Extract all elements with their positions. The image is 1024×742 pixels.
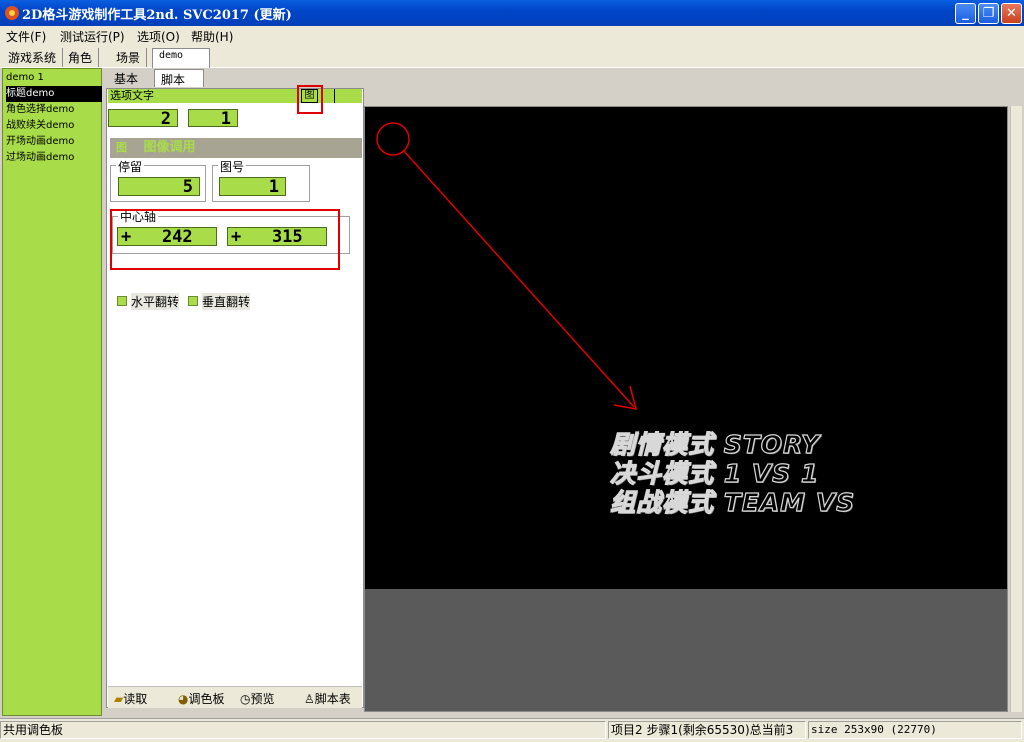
right-edge [1010, 106, 1022, 712]
status-size: size 253x90 (22770) [808, 721, 1022, 739]
annotation-arrow-layer [376, 122, 638, 410]
status-step: 项目2 步骤1(剩余65530)总当前3 [608, 721, 806, 739]
annotation-circle [376, 122, 410, 156]
status-bar: 共用调色板 项目2 步骤1(剩余65530)总当前3 size 253x90 (… [0, 718, 1024, 742]
status-palette: 共用调色板 [0, 721, 606, 739]
annotation-arrow-line [402, 149, 635, 408]
